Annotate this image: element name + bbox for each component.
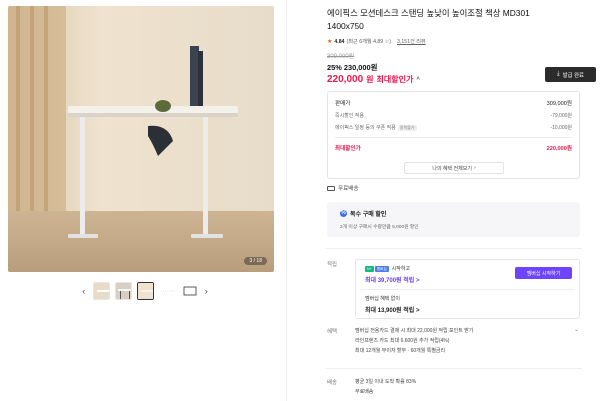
delivery-line: 평균 3일 이내 도착 확률 83% — [355, 379, 417, 385]
coupon-value: -10,000원 — [550, 125, 572, 131]
instant-value: -79,000원 — [550, 113, 572, 119]
multi-buy-title: 복수 구매 할인 — [350, 212, 387, 218]
multi-buy-desc: 2개 이상 구매시 수량만큼 5,000원 할인 — [340, 225, 419, 230]
free-shipping-label: 무료배송 — [338, 186, 359, 192]
breakdown-divider — [335, 137, 572, 138]
points-section-label: 적립 — [327, 262, 337, 268]
coupon-button-label: 발급 완료 — [562, 72, 584, 79]
thumb-next-icon[interactable]: › — [203, 282, 211, 300]
membership-points[interactable]: 최대 39,700원 적립 > — [365, 275, 419, 284]
thumbnail-strip: ‹ › — [80, 282, 210, 300]
start-membership-button[interactable]: 멤버십 시작하기 — [515, 267, 572, 279]
chevron-right-icon: › — [473, 165, 476, 171]
view-all-benefits-button[interactable]: 나의 혜택 전체보기 › — [404, 162, 504, 174]
final-price-unit: 원 — [366, 75, 374, 84]
price-breakdown-box: 판매가 309,000원 즉시할인 적용 -79,000원 에이픽스 일정 등의… — [327, 91, 580, 179]
discount-row: 25% 230,000원 — [327, 62, 377, 73]
no-membership-text: 멤버십 혜택 없이 — [365, 296, 400, 302]
benefit-line: 최대 12개월 무이자 할부 · 60개월 특별금리 — [355, 348, 446, 354]
multi-buy-title-row: % 복수 구매 할인 — [340, 209, 386, 218]
benefit-line: 라인프렌즈 카드 최대 6,600원 추가 적립(4%) — [355, 338, 450, 344]
image-counter: 3 / 18 — [244, 257, 267, 265]
benefit-list[interactable]: 멤버십 전용카드 결제 시 최대 22,000원 적립 포인트 받기 라인프렌즈… — [355, 326, 473, 356]
thumbnail[interactable] — [114, 282, 132, 300]
delivery-section-label: 배송 — [327, 380, 337, 386]
max-value: 220,000원 — [546, 146, 572, 152]
thumbnail[interactable] — [180, 282, 198, 300]
delivery-info: 평균 3일 이내 도착 확률 83% 무료배송 — [355, 377, 416, 397]
free-shipping-badge: 무료배송 — [327, 184, 359, 192]
breakdown-total-row: 최대할인가 220,000원 — [335, 144, 572, 152]
benefits-section-label: 혜택 — [327, 329, 337, 335]
final-price-amount: 220,000 — [327, 74, 364, 85]
chevron-right-icon: > — [415, 278, 420, 284]
final-price-row[interactable]: 220,000 원 최대할인가 ^ — [327, 74, 420, 85]
sale-label: 판매가 — [335, 101, 351, 107]
breakdown-sale-row: 판매가 309,000원 — [335, 99, 572, 107]
truck-icon — [327, 185, 335, 191]
membership-text: 시작하고 — [391, 266, 411, 272]
sale-value: 309,000원 — [546, 101, 572, 107]
membership-points-amount: 최대 39,700원 적립 — [365, 278, 415, 284]
star-icon: ★ — [327, 39, 333, 45]
coupon-tag: 중복불가 — [397, 125, 417, 131]
coupon-label: 에이픽스 일정 등의 쿠폰 적용 — [335, 125, 396, 131]
review-count-link[interactable]: 3,151건 리뷰 — [397, 38, 426, 45]
max-label: 최대할인가 — [335, 146, 361, 152]
rating-row: ★ 4.84 (최근 6개월 4.89 ☆) 3,151건 리뷰 — [327, 37, 426, 46]
discount-percent: 25% — [327, 63, 342, 72]
naver-plus-badge: N+ — [365, 265, 374, 272]
final-price-label: 최대할인가 — [376, 75, 414, 84]
column-divider — [286, 0, 287, 401]
benefit-line: 멤버십 전용카드 결제 시 최대 22,000원 적립 포인트 받기 — [355, 328, 474, 334]
breakdown-coupon-row: 에이픽스 일정 등의 쿠폰 적용 중복불가 -10,000원 — [335, 124, 572, 131]
chevron-down-icon[interactable]: ⌄ — [574, 326, 579, 333]
thumbnail-active[interactable] — [136, 282, 154, 300]
chevron-right-icon: > — [415, 308, 420, 314]
membership-badge: 멤버십 — [374, 265, 389, 272]
section-divider — [326, 368, 582, 369]
product-main-image[interactable]: 3 / 18 — [8, 6, 274, 272]
thumbnail[interactable] — [158, 282, 176, 300]
discount-price: 230,000원 — [343, 63, 378, 72]
discount-icon: % — [340, 210, 347, 217]
original-price: 309,000원 — [327, 54, 355, 60]
thumbnail[interactable] — [92, 282, 110, 300]
rating-score: 4.84 — [334, 38, 345, 45]
breakdown-instant-row: 즉시할인 적용 -79,000원 — [335, 112, 572, 119]
points-box: N+ 멤버십 시작하고 최대 39,700원 적립 > 멤버십 시작하기 멤버십… — [355, 259, 580, 319]
basic-points[interactable]: 최대 13,900원 적립 > — [365, 305, 419, 314]
thumb-prev-icon[interactable]: ‹ — [80, 282, 88, 300]
delivery-line: 무료배송 — [355, 389, 374, 395]
membership-row: N+ 멤버십 시작하고 — [365, 265, 410, 272]
instant-label: 즉시할인 적용 — [335, 113, 364, 119]
rating-detail: (최근 6개월 4.89 ☆) — [346, 39, 392, 45]
chevron-up-icon[interactable]: ^ — [416, 77, 420, 83]
product-title: 에이픽스 모션데스크 스탠딩 높낮이 높이조절 책상 MD301 1400x75… — [327, 8, 530, 31]
coupon-issued-button[interactable]: ⤓ 발급 완료 — [545, 67, 596, 82]
section-divider — [326, 248, 582, 249]
points-divider — [360, 289, 575, 290]
download-icon: ⤓ — [557, 71, 560, 77]
multi-buy-discount-box: % 복수 구매 할인 2개 이상 구매시 수량만큼 5,000원 할인 — [327, 202, 580, 237]
basic-points-amount: 최대 13,900원 적립 — [365, 308, 415, 314]
view-all-benefits-label: 나의 혜택 전체보기 — [432, 165, 472, 172]
standing-desk-photo — [8, 6, 274, 272]
